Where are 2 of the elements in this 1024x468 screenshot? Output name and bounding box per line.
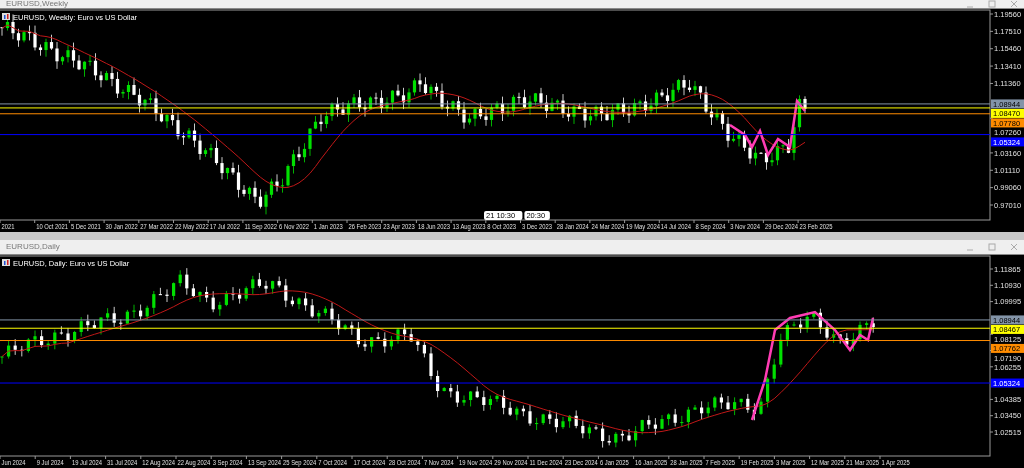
- window-title: EURUSD,Daily: [6, 243, 60, 251]
- window-title: EURUSD,Weekly: [6, 0, 69, 8]
